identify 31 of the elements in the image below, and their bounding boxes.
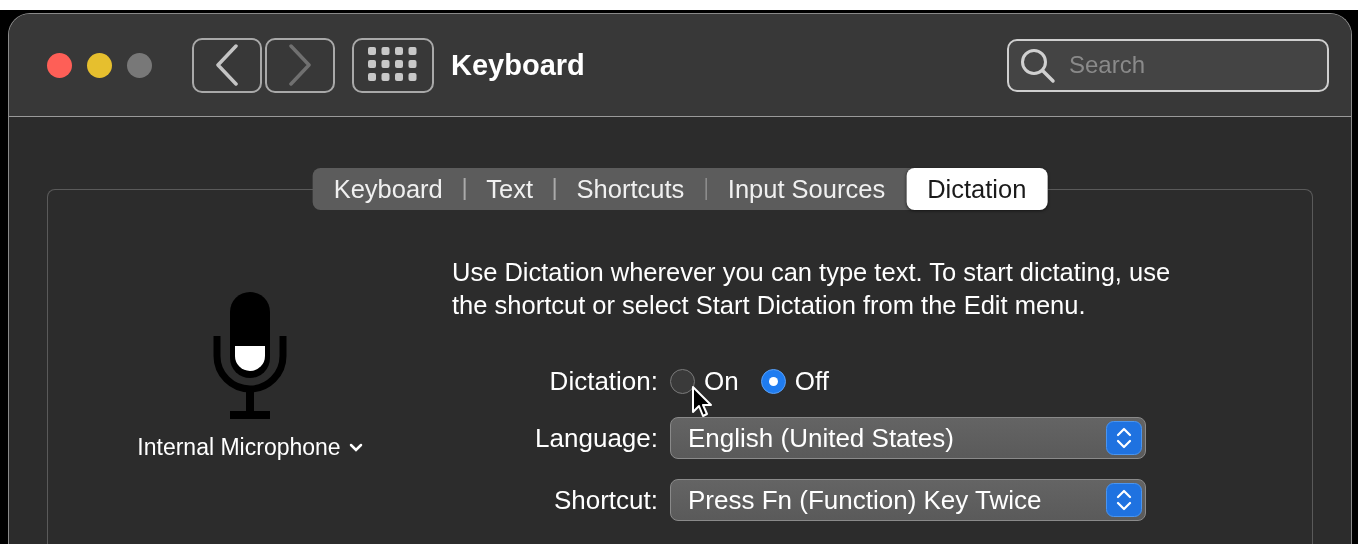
radio-button[interactable] — [670, 369, 695, 394]
radio-button[interactable] — [760, 369, 786, 394]
chevron-left-icon — [214, 44, 240, 86]
popup-button[interactable]: English (United States) — [670, 417, 1146, 459]
search-icon — [1019, 46, 1057, 85]
stepper-icon — [1106, 421, 1142, 455]
field-label: Shortcut: — [553, 484, 658, 516]
stepper-icon — [1106, 483, 1142, 517]
chevron-down-icon — [348, 442, 363, 453]
back-button[interactable] — [192, 37, 262, 93]
tab[interactable]: Input Sources — [706, 168, 907, 210]
minimize-button[interactable] — [87, 52, 112, 78]
grid-icon — [368, 47, 418, 83]
tab[interactable]: Keyboard — [312, 168, 464, 210]
microphone-selector[interactable]: Internal Microphone — [137, 434, 363, 461]
tab[interactable]: Shortcuts — [555, 168, 706, 210]
description-text: Use Dictation wherever you can type text. To start dictating, use the shortcut or select Start Dictation from the Edit menu. — [452, 257, 1172, 321]
field-label: Language: — [535, 422, 658, 454]
radio-label: On — [704, 366, 739, 397]
tab[interactable]: Text — [465, 168, 555, 210]
radio-label: Off — [794, 366, 829, 397]
window-title: Keyboard — [451, 48, 585, 82]
zoom-button[interactable] — [127, 52, 152, 78]
popup-button[interactable]: Press Fn (Function) Key Twice — [670, 479, 1146, 521]
microphone-icon — [213, 292, 287, 420]
tab[interactable]: Dictation — [906, 168, 1048, 210]
close-button[interactable] — [47, 52, 72, 78]
chevron-right-icon — [287, 44, 313, 86]
field-label: Dictation: — [549, 366, 658, 397]
show-all-button[interactable] — [352, 37, 434, 93]
search-field[interactable]: Search — [1007, 38, 1329, 92]
